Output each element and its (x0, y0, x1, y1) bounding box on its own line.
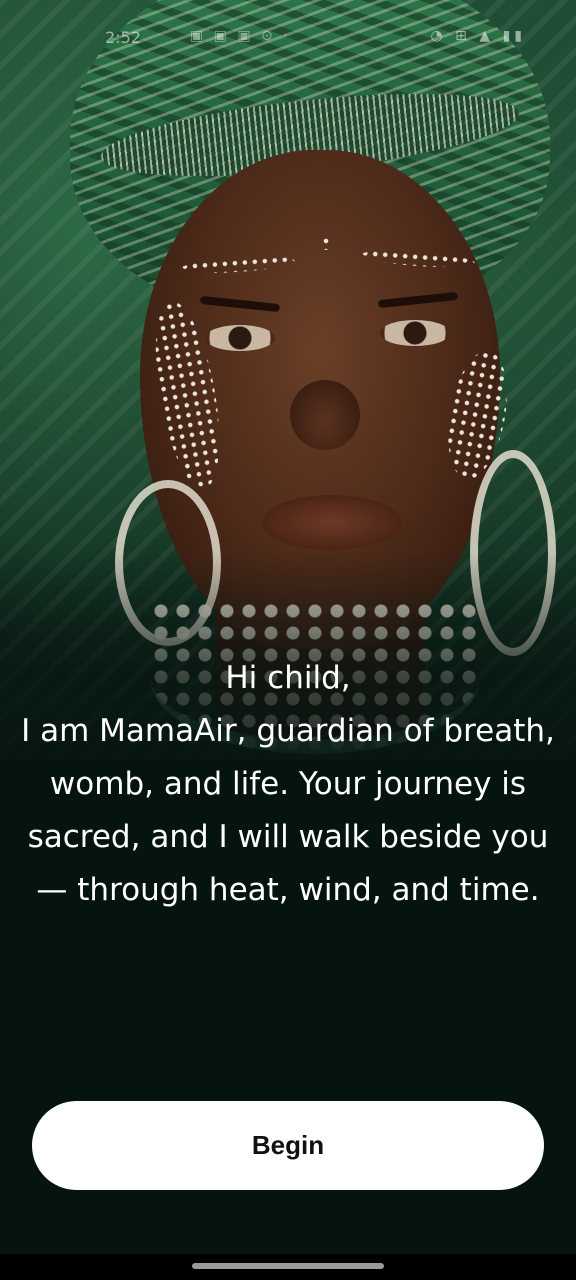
status-time: 2:52 (105, 28, 141, 47)
navigation-bar (0, 1254, 576, 1280)
welcome-message: Hi child, I am MamaAir, guardian of brea… (21, 660, 555, 908)
system-status-icons: ◔ ⊞ ▲ ▮▮ (430, 28, 526, 44)
begin-button[interactable]: Begin (32, 1101, 544, 1190)
home-indicator[interactable] (192, 1263, 384, 1269)
status-bar: 2:52 ▣ ▣ ▣ ⊙ · ◔ ⊞ ▲ ▮▮ (0, 22, 576, 56)
notification-icons: ▣ ▣ ▣ ⊙ · (190, 28, 291, 44)
welcome-screen: 2:52 ▣ ▣ ▣ ⊙ · ◔ ⊞ ▲ ▮▮ Hi child, I am M… (0, 0, 576, 1280)
